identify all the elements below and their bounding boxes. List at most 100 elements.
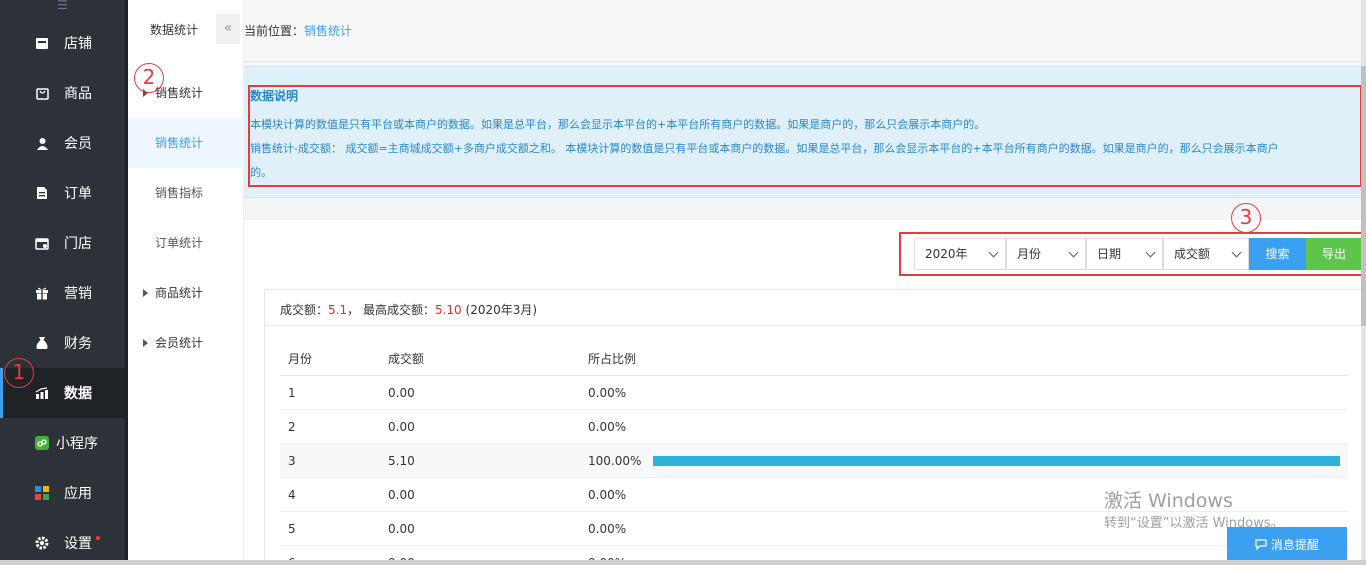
cell-amount: 0.00 [388,420,415,434]
caret-right-icon [143,339,148,347]
table-header: 月份 成交额 所占比例 [280,342,1348,376]
cell-ratio: 0.00% [588,386,627,400]
metric-select-value: 成交额 [1174,247,1211,261]
sales-summary: 成交额：5.1， 最高成交额：5.10 (2020年3月) [280,301,537,318]
breadcrumb-prefix: 当前位置： [244,24,305,38]
sidebar-item-label: 应用 [64,486,92,502]
page-scrollbar[interactable] [1361,0,1366,565]
chevron-down-icon [1145,247,1156,258]
period-select-value: 月份 [1017,247,1042,261]
year-select[interactable]: 2020年 [914,238,1006,270]
annotation-number: 3 [1231,203,1261,233]
cell-month: 3 [288,454,296,468]
submenu-group-label: 会员统计 [155,336,204,350]
summary-max-label: 最高成交额： [362,303,435,317]
sidebar-item-goods[interactable]: 商品 [0,68,125,118]
sidebar-item-stores[interactable]: 门店 [0,218,125,268]
gift-icon [34,285,50,301]
data-description-box: 数据说明 本模块计算的数值是只有平台或本商户的数据。如果是总平台，那么会显示本平… [244,66,1366,198]
info-line: 的。 [250,166,272,179]
annotation-number: 2 [134,63,164,93]
period-select[interactable]: 月份 [1006,238,1086,270]
sidebar-item-label: 小程序 [56,436,98,452]
submenu-group-members[interactable]: 会员统计 [128,318,244,368]
divider [265,325,1361,326]
document-icon [34,185,50,201]
shop-icon [34,35,50,51]
cell-ratio: 0.00% [588,522,627,536]
submenu-item-order-stats[interactable]: 订单统计 [128,218,244,268]
submenu-group-goods[interactable]: 商品统计 [128,268,244,318]
info-line: 本模块计算的数值是只有平台或本商户的数据。如果是总平台，那么会显示本平台的+本平… [250,118,986,131]
cell-month: 4 [288,488,296,502]
message-reminder-label: 消息提醒 [1270,538,1319,552]
submenu-item-sales-targets[interactable]: 销售指标 [128,168,244,218]
sidebar-item-label: 门店 [64,236,92,252]
sidebar-item-label: 设置 [64,536,92,552]
info-line: 销售统计-成交额： 成交额=主商城成交额+多商户成交额之和。 本模块计算的数值是… [250,142,1279,155]
sidebar-item-marketing[interactable]: 营销 [0,268,125,318]
breadcrumb-current-link[interactable]: 销售统计 [304,24,352,38]
sidebar-item-label: 会员 [64,136,92,152]
gear-icon [34,535,50,551]
sidebar-item-label: 店铺 [64,36,92,52]
annotation-number: 1 [4,358,34,388]
caret-right-icon [143,289,148,297]
year-select-value: 2020年 [925,247,968,261]
submenu-item-sales-stats[interactable]: 销售统计 [128,118,244,168]
money-bag-icon [34,335,50,351]
chevron-down-icon [1231,247,1242,258]
date-select[interactable]: 日期 [1086,238,1163,270]
cell-month: 2 [288,420,296,434]
sidebar-item-miniprogram[interactable]: 小程序 [0,418,125,468]
submenu-group-label: 商品统计 [155,286,204,300]
chat-bubble-icon [1255,538,1271,552]
sidebar-item-label: 财务 [64,336,92,352]
sidebar-item-label: 订单 [64,186,92,202]
column-header-amount: 成交额 [388,352,425,366]
cell-ratio: 0.00% [588,488,627,502]
chevron-down-icon [988,247,999,258]
sidebar-item-label: 商品 [64,86,92,102]
column-header-month: 月份 [288,352,313,366]
search-button[interactable]: 搜索 [1249,238,1306,270]
submenu-group-label: 销售统计 [155,86,204,100]
sidebar-item-label: 营销 [64,286,92,302]
cell-month: 1 [288,386,296,400]
info-title: 数据说明 [250,89,299,103]
cell-amount: 5.10 [388,454,415,468]
sidebar-item-shop[interactable]: 店铺 [0,18,125,68]
table-row: 3 5.10 100.00% [280,444,1348,478]
sidebar-item-settings[interactable]: 设置 [0,518,125,565]
cell-month: 5 [288,522,296,536]
chart-icon [34,385,50,401]
collapse-submenu-button[interactable]: « [216,14,240,44]
date-select-value: 日期 [1097,247,1122,261]
store-icon [34,235,50,251]
sidebar-item-members[interactable]: 会员 [0,118,125,168]
menu-toggle-icon[interactable]: ☰ [0,0,125,18]
chevron-down-icon [1068,247,1079,258]
cell-ratio: 0.00% [588,420,627,434]
summary-max-note: (2020年3月) [465,303,538,317]
ratio-bar [653,456,1340,466]
miniprogram-icon [34,435,50,451]
sidebar-item-orders[interactable]: 订单 [0,168,125,218]
horizontal-scrollbar[interactable] [0,560,1366,565]
cell-ratio: 100.00% [588,454,642,468]
table-row: 2 0.00 0.00% [280,410,1348,444]
summary-separator: ， [347,303,360,317]
sidebar-item-apps[interactable]: 应用 [0,468,125,518]
bag-icon [34,85,50,101]
export-button[interactable]: 导出 [1306,238,1362,270]
metric-select[interactable]: 成交额 [1163,238,1249,270]
apps-icon [34,485,50,501]
annotation-frame [248,85,1362,187]
user-icon [34,135,50,151]
cell-amount: 0.00 [388,386,415,400]
notification-dot [96,536,100,540]
scrollbar-thumb[interactable] [1361,66,1366,326]
activation-watermark-title: 激活 Windows [1104,490,1233,512]
cell-amount: 0.00 [388,522,415,536]
sidebar-item-label: 数据 [64,386,92,402]
